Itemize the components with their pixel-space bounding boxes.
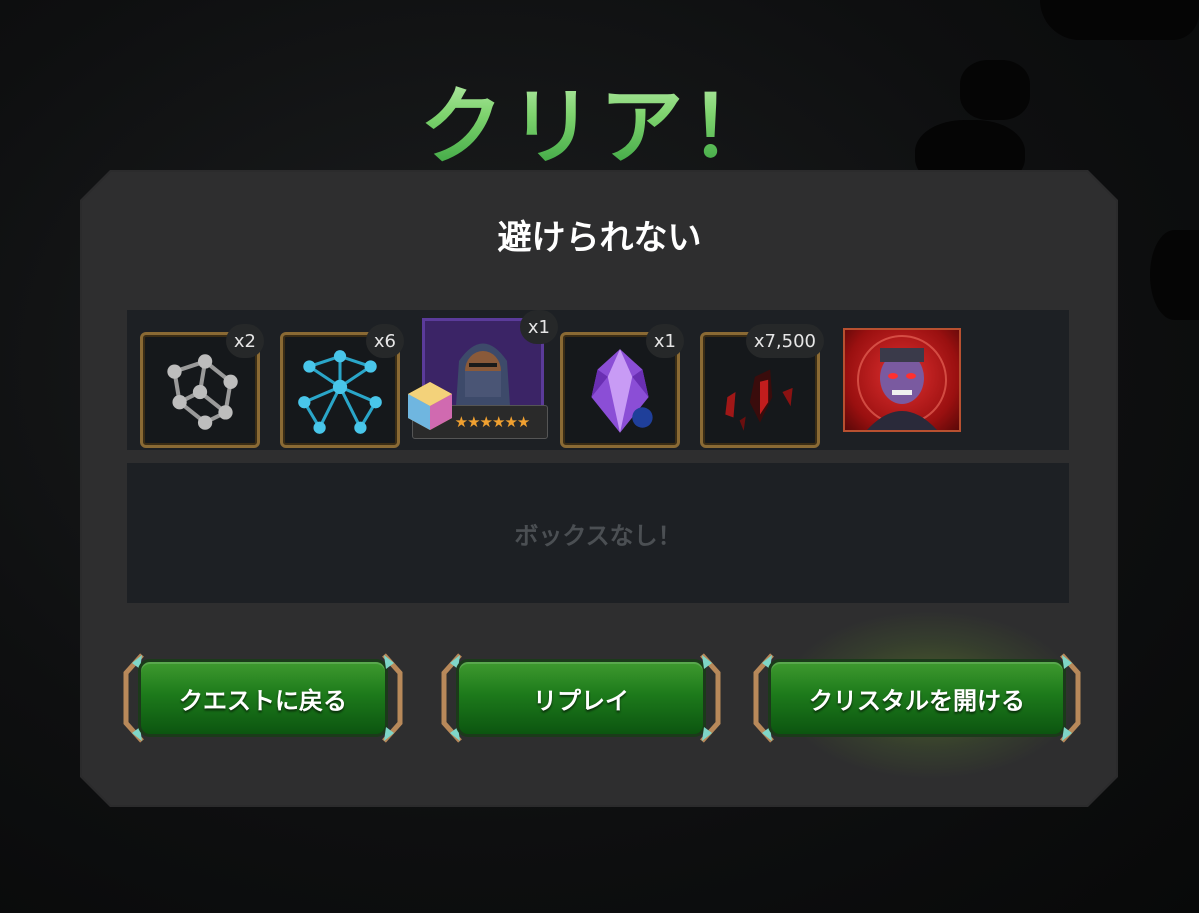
quest-name: 避けられない <box>497 218 702 258</box>
reward-champion[interactable]: x1 ★★★★★★ <box>408 310 558 440</box>
reward-blue-catalyst[interactable]: x6 <box>280 324 404 448</box>
class-cube-icon <box>408 382 452 430</box>
reward-count: x6 <box>365 324 404 358</box>
replay-label: リプレイ <box>456 659 706 737</box>
reward-red-shards[interactable]: x7,500 <box>700 324 824 448</box>
back-to-quest-button[interactable]: クエストに戻る <box>122 653 404 743</box>
replay-button[interactable]: リプレイ <box>440 653 722 743</box>
reward-count: x7,500 <box>745 324 824 358</box>
reward-gray-catalyst[interactable]: x2 <box>140 324 264 448</box>
reward-purple-crystal[interactable]: x1 <box>560 324 684 448</box>
open-crystal-label: クリスタルを開ける <box>768 659 1066 737</box>
reward-boss-portrait[interactable] <box>843 328 961 432</box>
button-right-cap-icon <box>382 653 403 743</box>
reward-count: x2 <box>225 324 264 358</box>
back-to-quest-label: クエストに戻る <box>138 659 388 737</box>
no-box-message: ボックスなし！ <box>127 463 1069 603</box>
reward-count: x1 <box>645 324 684 358</box>
clear-title: クリア！ <box>0 60 1199 181</box>
reward-count: x1 <box>519 310 558 344</box>
asteroid-rock <box>1040 0 1199 40</box>
villain-portrait-icon <box>857 335 947 430</box>
button-right-cap-icon <box>700 653 721 743</box>
open-crystal-button[interactable]: クリスタルを開ける <box>752 653 1082 743</box>
button-right-cap-icon <box>1060 653 1081 743</box>
